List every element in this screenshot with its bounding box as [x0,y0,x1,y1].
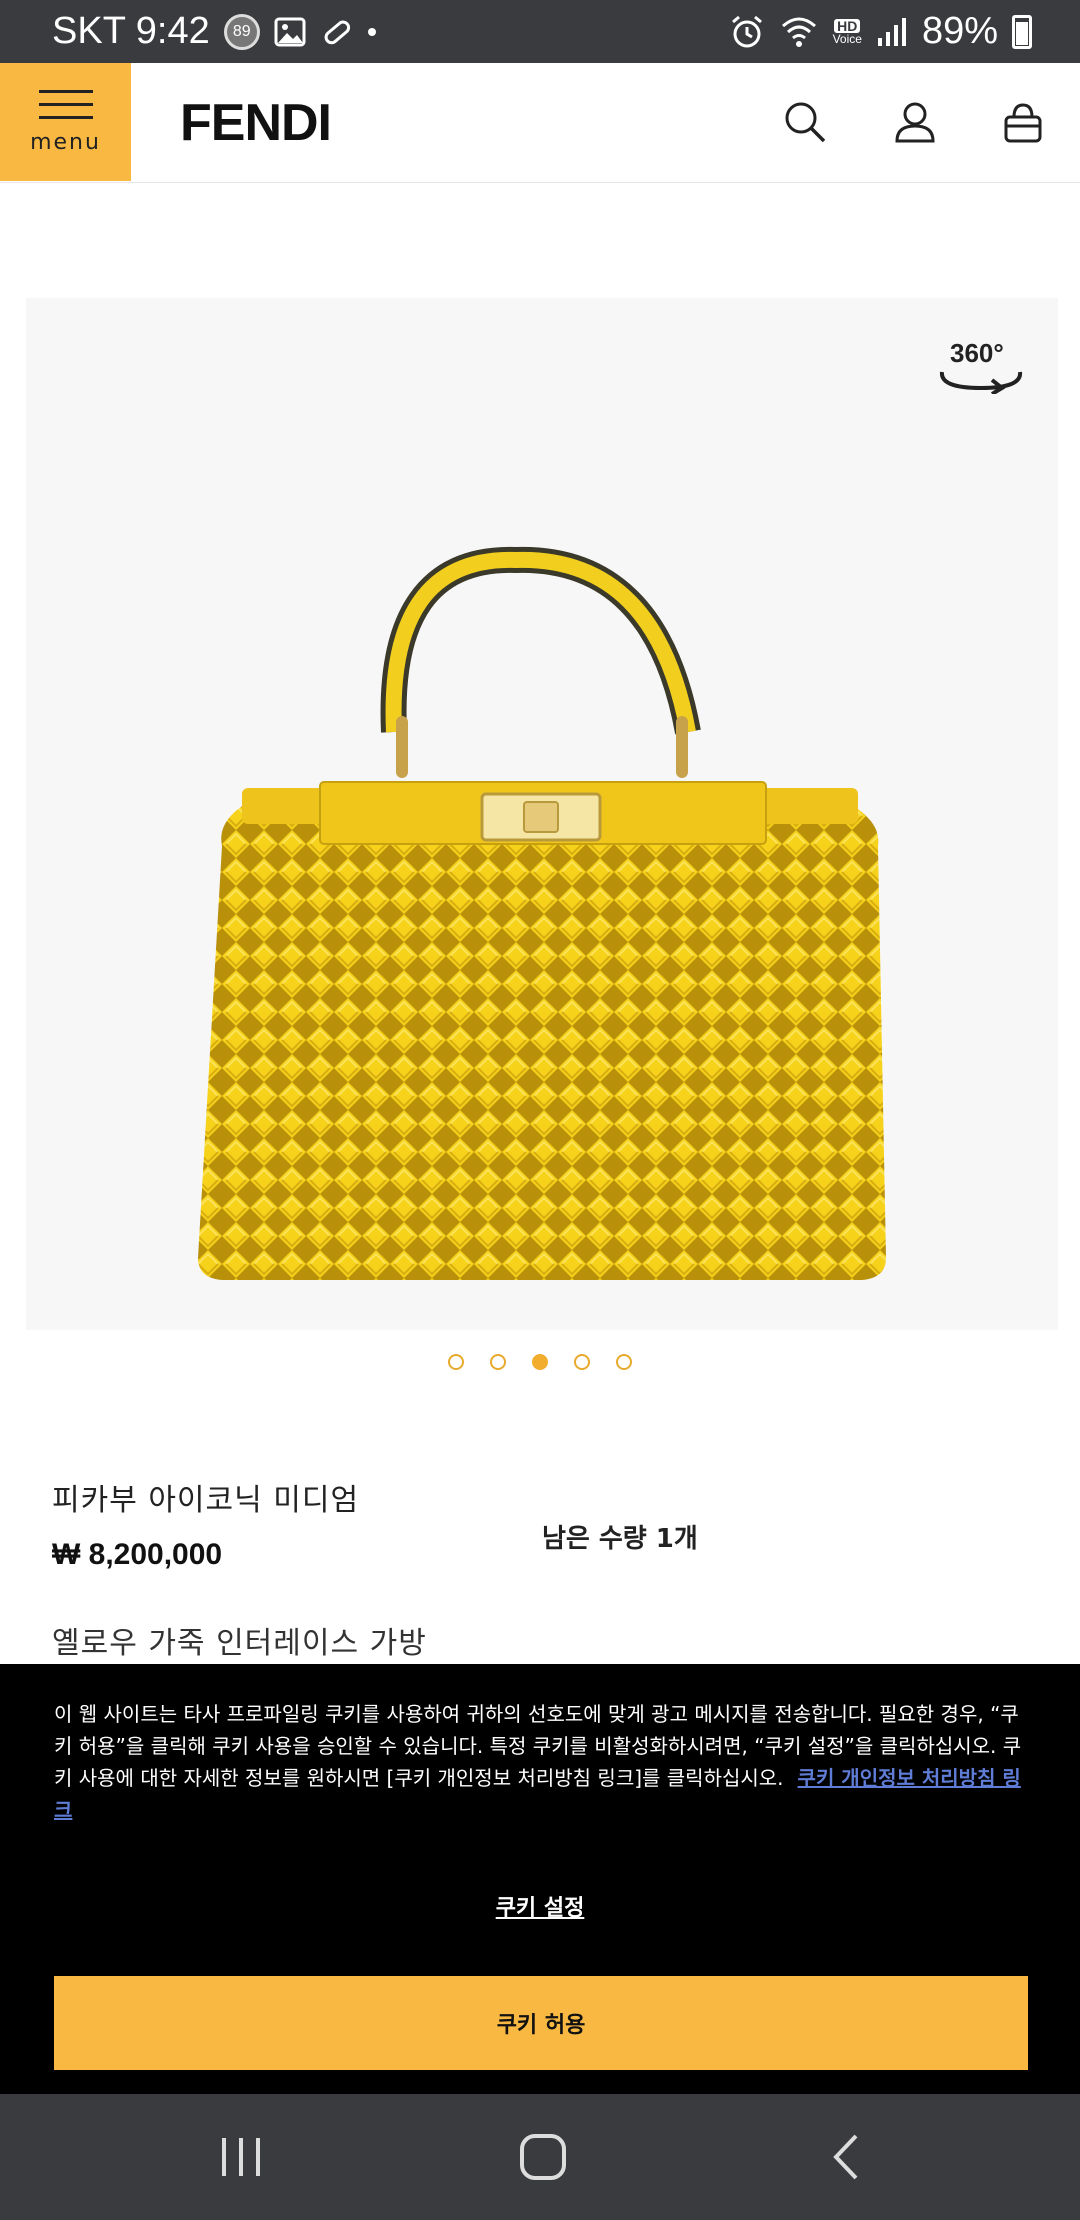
gallery-pagination [0,1354,1080,1370]
shopping-bag-icon[interactable] [1000,99,1046,145]
wifi-icon [781,17,816,47]
product-description: 옐로우 가죽 인터레이스 가방 [52,1626,427,1661]
hd-label: HD [834,18,861,33]
product-price: ₩ 8,200,000 [52,1538,223,1571]
recent-apps-icon[interactable] [216,2132,266,2182]
pagination-dot-4[interactable] [574,1354,590,1370]
product-name: 피카부 아이코닉 미디엄 [52,1483,360,1518]
alarm-icon [731,15,762,47]
hamburger-icon [38,89,93,120]
pagination-dot-3-active[interactable] [532,1354,548,1370]
dot-icon [367,27,376,36]
cookie-accept-button[interactable]: 쿠키 허용 [54,1976,1028,2070]
site-header: menu FENDI [0,63,1080,183]
cookie-settings-link[interactable]: 쿠키 설정 [496,1896,585,1921]
brand-logo[interactable]: FENDI [180,93,332,153]
system-navigation-bar [0,2094,1080,2220]
carrier-time: SKT 9:42 [52,10,210,52]
back-icon[interactable] [822,2132,872,2182]
hd-voice-icon: HD Voice [832,18,862,46]
product-image [198,546,886,1280]
cookie-notice-text: 이 웹 사이트는 타사 프로파일링 쿠키를 사용하여 귀하의 선호도에 맞게 광… [54,1698,1034,1826]
search-icon[interactable] [782,99,828,145]
notification-count-badge: 89 [223,13,260,50]
menu-button[interactable]: menu [0,63,131,181]
battery-icon [1012,14,1032,49]
gallery-icon [274,17,306,46]
voice-label: Voice [832,31,862,46]
pagination-dot-5[interactable] [616,1354,632,1370]
signal-icon [877,17,906,46]
home-icon[interactable] [518,2132,568,2182]
pill-icon [324,20,350,44]
account-icon[interactable] [892,99,938,145]
product-image-gallery[interactable]: 360° [26,298,1058,1330]
menu-label: menu [30,129,101,155]
pagination-dot-2[interactable] [490,1354,506,1370]
stock-remaining: 남은 수량 1개 [542,1524,698,1554]
status-bar: SKT 9:42 89 HD Voice 89% [0,0,1080,63]
pagination-dot-1[interactable] [448,1354,464,1370]
cookie-banner: 이 웹 사이트는 타사 프로파일링 쿠키를 사용하여 귀하의 선호도에 맞게 광… [0,1664,1080,2094]
battery-percent: 89% [921,10,998,52]
